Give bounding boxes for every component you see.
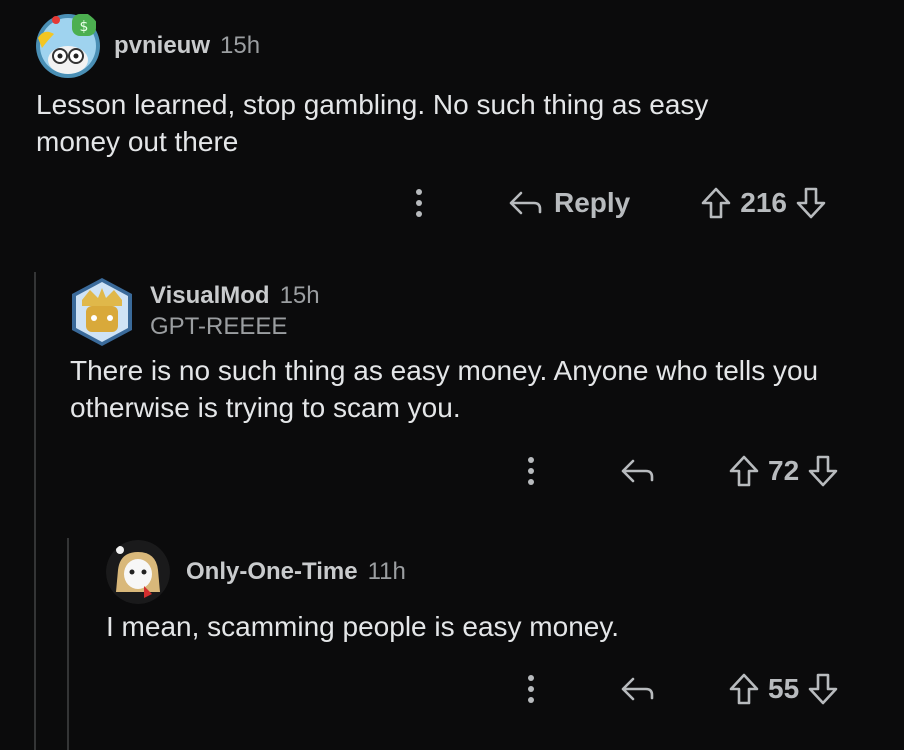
svg-text:$: $ — [80, 19, 89, 35]
comment-actions: 55 — [516, 672, 839, 706]
comment-body: I mean, scamming people is easy money. — [106, 611, 620, 642]
avatar[interactable] — [68, 276, 136, 348]
more-options-icon[interactable] — [404, 188, 434, 218]
comment-body: There is no such thing as easy money. An… — [70, 355, 819, 423]
timestamp: 11h — [367, 558, 406, 585]
avatar-image — [106, 540, 170, 604]
username[interactable]: Only-One-Time — [186, 558, 358, 586]
reply-arrow-icon[interactable] — [620, 458, 654, 484]
thread-line-level-1-continuation[interactable] — [34, 738, 36, 750]
upvote-arrow-icon[interactable] — [700, 186, 732, 220]
downvote-arrow-icon[interactable] — [795, 186, 827, 220]
timestamp: 15h — [220, 32, 261, 59]
avatar-image: $ — [36, 14, 100, 78]
user-flair: GPT-REEEE — [150, 313, 288, 340]
vote-controls: 55 — [728, 672, 839, 706]
vote-controls: 216 — [700, 186, 827, 220]
upvote-arrow-icon[interactable] — [728, 672, 760, 706]
downvote-arrow-icon[interactable] — [807, 672, 839, 706]
downvote-arrow-icon[interactable] — [807, 454, 839, 488]
comment-body: Lesson learned, stop gambling. No such t… — [36, 89, 709, 157]
vote-controls: 72 — [728, 454, 839, 488]
comment-header: pvnieuw 15h — [114, 32, 260, 60]
score: 216 — [740, 187, 787, 218]
comment-header: VisualMod 15h — [150, 282, 320, 310]
reply-label: Reply — [554, 187, 631, 218]
more-options-icon[interactable] — [516, 674, 546, 704]
score: 72 — [768, 455, 800, 486]
score: 55 — [768, 673, 800, 704]
timestamp: 15h — [279, 282, 320, 309]
upvote-arrow-icon[interactable] — [728, 454, 760, 488]
comment-header: Only-One-Time 11h — [186, 558, 406, 586]
username[interactable]: VisualMod — [150, 282, 270, 310]
comment-actions: 72 — [516, 454, 839, 488]
comment-actions: Reply 216 — [404, 186, 827, 220]
thread-line-level-1[interactable] — [34, 272, 36, 750]
avatar[interactable] — [106, 540, 170, 604]
avatar[interactable]: $ — [32, 8, 104, 80]
reply-arrow-icon[interactable] — [620, 676, 654, 702]
more-options-icon[interactable] — [516, 456, 546, 486]
reply-button[interactable]: Reply — [508, 187, 630, 219]
username[interactable]: pvnieuw — [114, 32, 210, 60]
reply-arrow-icon — [508, 190, 542, 216]
thread-line-level-2[interactable] — [67, 538, 69, 750]
avatar-image — [72, 278, 132, 346]
